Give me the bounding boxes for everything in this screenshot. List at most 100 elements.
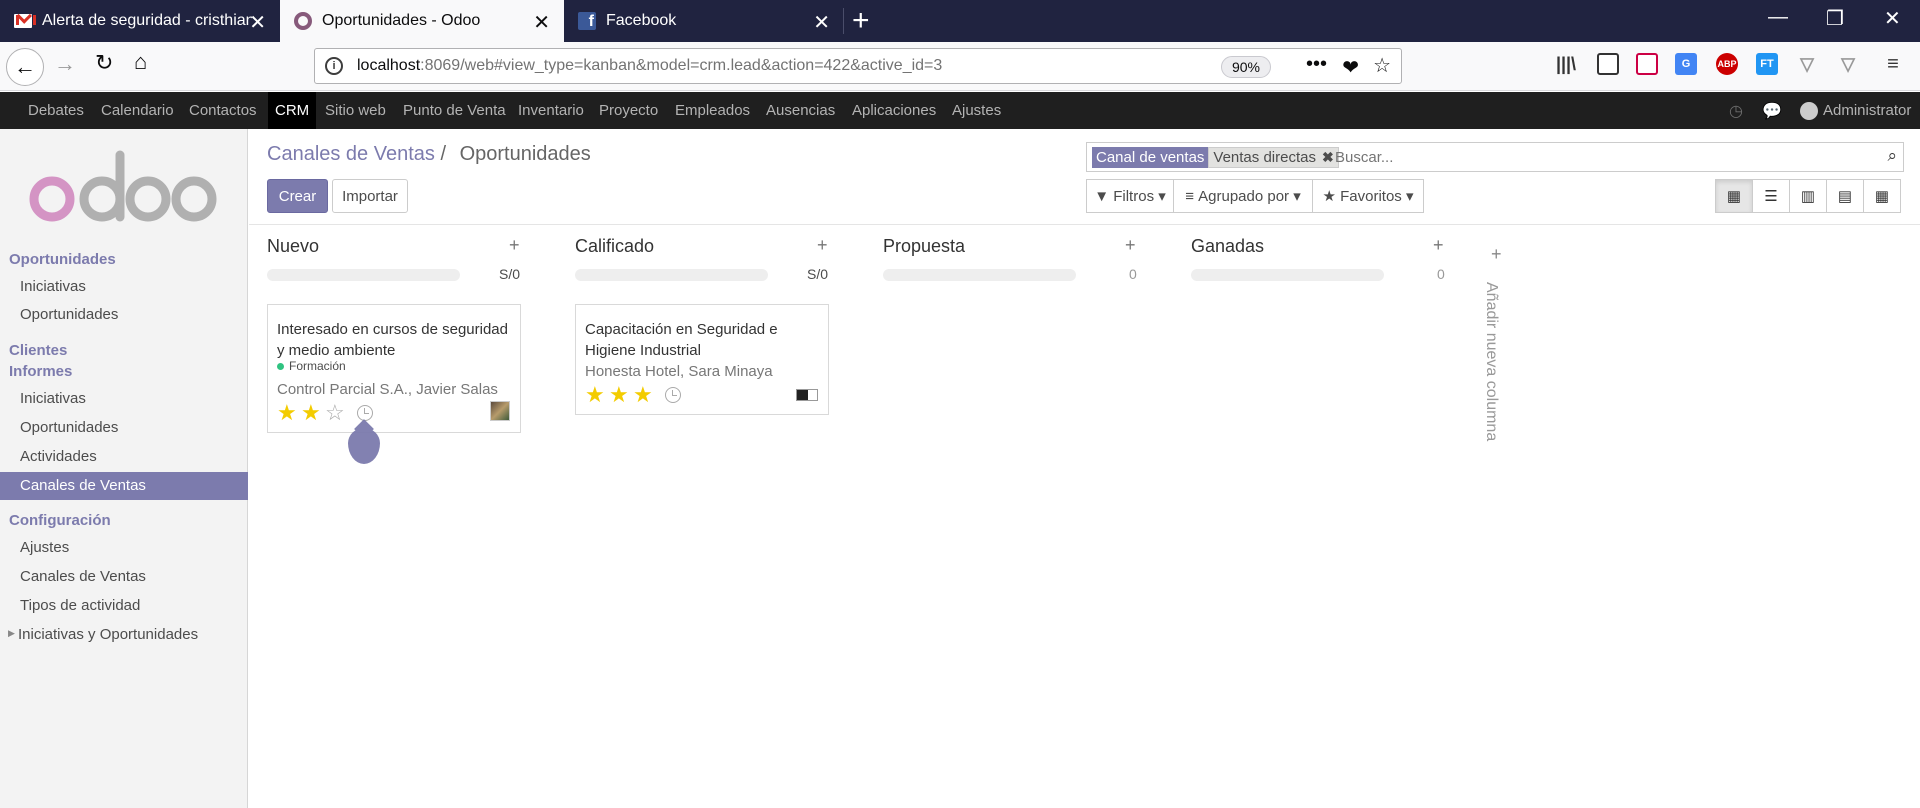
priority-star-icon[interactable]: ★	[609, 384, 629, 406]
sidebar-item-ajustes[interactable]: Ajustes	[0, 534, 248, 562]
column-title-nuevo[interactable]: Nuevo	[267, 236, 319, 257]
search-input[interactable]	[1335, 146, 1875, 168]
quick-create-icon[interactable]: +	[509, 235, 520, 256]
add-column-button[interactable]: Añadir nueva columna	[1478, 282, 1518, 452]
add-column-icon[interactable]: +	[1491, 244, 1502, 265]
sidebar-item-config-canales[interactable]: Canales de Ventas	[0, 563, 248, 591]
puzzle-icon[interactable]	[1636, 53, 1658, 75]
vpn-icon[interactable]: ▽	[1837, 53, 1859, 75]
breadcrumb: Canales de Ventas / Oportunidades	[267, 143, 591, 166]
quick-create-icon[interactable]: +	[1433, 235, 1444, 256]
priority-star-icon[interactable]: ☆	[325, 402, 345, 424]
kanban-card[interactable]: Interesado en cursos de seguridad y medi…	[267, 304, 521, 433]
column-title-propuesta[interactable]: Propuesta	[883, 236, 965, 257]
library-icon[interactable]: |||\	[1555, 53, 1577, 75]
ft-icon[interactable]: FT	[1756, 53, 1778, 75]
menu-calendario[interactable]: Calendario	[94, 92, 181, 129]
filters-button[interactable]: ▼ Filtros ▾	[1086, 179, 1174, 213]
vivaldi-icon[interactable]: ▽	[1796, 53, 1818, 75]
sidebar-item-canales-de-ventas[interactable]: Canales de Ventas	[0, 472, 248, 500]
pocket-icon[interactable]: ❤	[1342, 55, 1359, 80]
sidebar-item-actividades[interactable]: Actividades	[0, 443, 248, 471]
sidebar-icon[interactable]	[1597, 53, 1619, 75]
menu-icon[interactable]: ≡	[1882, 53, 1904, 75]
menu-sitio-web[interactable]: Sitio web	[318, 92, 393, 129]
sidebar-head-informes[interactable]: Informes	[9, 363, 72, 380]
column-title-ganadas[interactable]: Ganadas	[1191, 236, 1264, 257]
menu-aplicaciones[interactable]: Aplicaciones	[845, 92, 943, 129]
remove-facet-icon[interactable]: ✖	[1322, 147, 1334, 168]
menu-ajustes[interactable]: Ajustes	[945, 92, 1008, 129]
quick-create-icon[interactable]: +	[817, 235, 828, 256]
tab-odoo[interactable]: Oportunidades - Odoo ✕	[280, 0, 564, 42]
sidebar-item-tipos-actividad[interactable]: Tipos de actividad	[0, 592, 248, 620]
kanban-view-icon[interactable]: ▦	[1715, 179, 1753, 213]
sidebar-item-informes-iniciativas[interactable]: Iniciativas	[0, 385, 248, 413]
close-tab-icon[interactable]: ✕	[249, 10, 266, 35]
priority-star-icon[interactable]: ★	[301, 402, 321, 424]
sidebar: Oportunidades Iniciativas Oportunidades …	[0, 129, 248, 808]
sidebar-item-informes-oportunidades[interactable]: Oportunidades	[0, 414, 248, 442]
create-button[interactable]: Crear	[267, 179, 328, 213]
graph-view-icon[interactable]: ▥	[1789, 179, 1827, 213]
window-close-icon[interactable]: ✕	[1884, 6, 1901, 31]
column-title-calificado[interactable]: Calificado	[575, 236, 654, 257]
menu-punto-de-venta[interactable]: Punto de Venta	[396, 92, 513, 129]
kanban-card[interactable]: Capacitación en Seguridad e Higiene Indu…	[575, 304, 829, 415]
minimize-icon[interactable]: —	[1768, 6, 1788, 29]
menu-inventario[interactable]: Inventario	[511, 92, 591, 129]
sidebar-head-oportunidades[interactable]: Oportunidades	[9, 251, 116, 268]
more-actions-icon[interactable]: •••	[1306, 53, 1327, 76]
activity-clock-icon[interactable]	[665, 387, 681, 403]
priority-star-icon[interactable]: ★	[277, 402, 297, 424]
sidebar-item-iniciativas[interactable]: Iniciativas	[0, 273, 248, 301]
menu-ausencias[interactable]: Ausencias	[759, 92, 842, 129]
restore-icon[interactable]: ❐	[1826, 6, 1844, 31]
close-tab-icon[interactable]: ✕	[533, 10, 550, 35]
sidebar-item-oportunidades[interactable]: Oportunidades	[0, 301, 248, 329]
quick-create-icon[interactable]: +	[1125, 235, 1136, 256]
tab-gmail[interactable]: Alerta de seguridad - cristhiana ✕	[0, 0, 280, 42]
activity-clock-icon[interactable]	[357, 405, 373, 421]
menu-proyecto[interactable]: Proyecto	[592, 92, 665, 129]
menu-empleados[interactable]: Empleados	[668, 92, 757, 129]
menu-crm[interactable]: CRM	[268, 92, 317, 129]
home-icon[interactable]: ⌂	[134, 49, 147, 75]
priority-star-icon[interactable]: ★	[585, 384, 605, 406]
url-bar[interactable]: i localhost:8069/web#view_type=kanban&mo…	[314, 48, 1402, 84]
priority-star-icon[interactable]: ★	[633, 384, 653, 406]
adblock-icon[interactable]: ABP	[1716, 53, 1738, 75]
new-tab-icon[interactable]: +	[852, 4, 870, 38]
group-by-button[interactable]: ≡ Agrupado por ▾	[1173, 179, 1313, 213]
search-box: Canal de ventas Ventas directas✖ ⌕	[1086, 142, 1904, 172]
translate-icon[interactable]: G	[1675, 53, 1697, 75]
breadcrumb-link[interactable]: Canales de Ventas	[267, 143, 435, 165]
tab-title: Facebook	[606, 12, 677, 29]
info-icon[interactable]: i	[325, 57, 343, 75]
activity-clock-icon[interactable]: ◷	[1729, 101, 1743, 121]
close-tab-icon[interactable]: ✕	[813, 10, 830, 35]
list-view-icon[interactable]: ☰	[1752, 179, 1790, 213]
pivot-view-icon[interactable]: ▦	[1863, 179, 1901, 213]
bookmark-star-icon[interactable]: ☆	[1373, 53, 1391, 78]
tab-title: Alerta de seguridad - cristhiana	[42, 12, 252, 29]
avatar[interactable]	[1800, 102, 1818, 120]
zoom-level[interactable]: 90%	[1220, 56, 1271, 78]
back-icon[interactable]: ←	[6, 48, 44, 86]
forward-icon[interactable]: →	[54, 51, 76, 77]
search-icon[interactable]: ⌕	[1887, 146, 1897, 166]
sidebar-head-clientes[interactable]: Clientes	[9, 342, 67, 359]
reload-icon[interactable]: ↻	[95, 50, 113, 76]
favorites-button[interactable]: ★ Favoritos ▾	[1312, 179, 1424, 213]
search-facet: Canal de ventas Ventas directas ✖	[1092, 147, 1339, 168]
sidebar-head-configuracion[interactable]: Configuración	[9, 512, 111, 529]
import-button[interactable]: Importar	[332, 179, 408, 213]
sidebar-item-iniciativas-oportunidades[interactable]: Iniciativas y Oportunidades	[0, 621, 248, 649]
calendar-view-icon[interactable]: ▤	[1826, 179, 1864, 213]
menu-debates[interactable]: Debates	[21, 92, 91, 129]
card-customer: Control Parcial S.A., Javier Salas	[277, 381, 498, 398]
user-menu[interactable]: Administrator	[1823, 92, 1911, 129]
menu-contactos[interactable]: Contactos	[182, 92, 264, 129]
messaging-icon[interactable]: 💬	[1762, 101, 1782, 121]
tab-facebook[interactable]: f Facebook ✕	[564, 0, 844, 42]
